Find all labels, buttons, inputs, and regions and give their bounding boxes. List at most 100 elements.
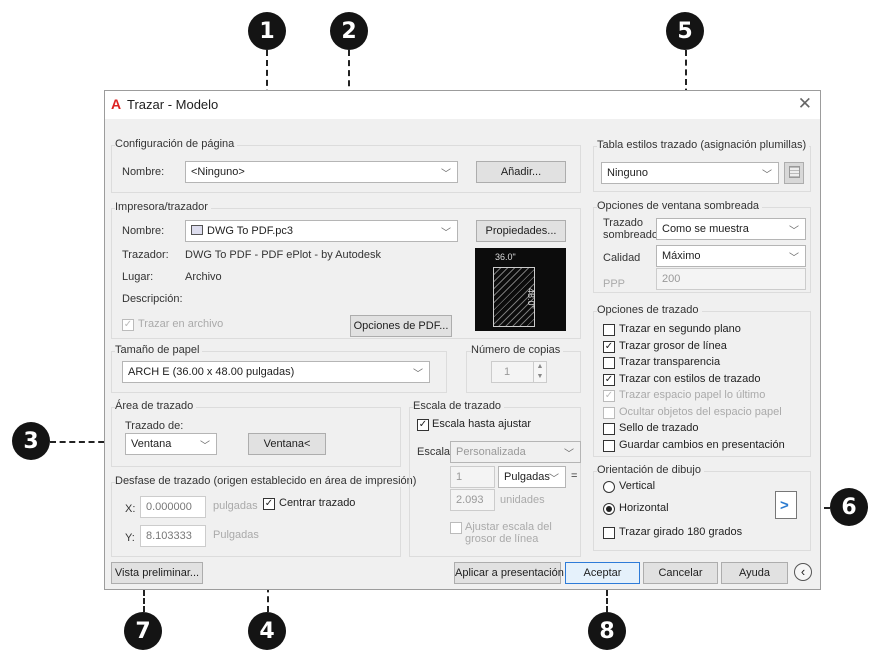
plot-option-checkbox[interactable]: ✓ <box>603 373 615 386</box>
copies-input[interactable]: 1 <box>491 361 535 383</box>
offset-y-input[interactable]: 8.103333 <box>140 525 206 547</box>
paper-size-select[interactable]: ARCH E (36.00 x 48.00 pulgadas) ﹀ <box>122 361 430 383</box>
fit-to-paper-checkbox[interactable]: ✓ <box>417 419 429 431</box>
callout-2: 2 <box>330 12 368 50</box>
chevron-down-icon: ﹀ <box>200 441 210 452</box>
callout-4: 4 <box>248 612 286 650</box>
offset-y-label: Y: <box>125 532 135 544</box>
orientation-title: Orientación de dibujo <box>597 464 704 476</box>
chevron-down-icon: ﹀ <box>762 170 772 181</box>
quality-select[interactable]: Máximo ﹀ <box>656 245 806 267</box>
scale-value1-input[interactable]: 1 <box>450 466 495 488</box>
scale-unit-select[interactable]: Pulgadas ﹀ <box>498 466 566 488</box>
style-table-select[interactable]: Ninguno ﹀ <box>601 162 779 184</box>
properties-button[interactable]: Propiedades... <box>476 220 566 242</box>
help-button[interactable]: Ayuda <box>721 562 788 584</box>
plot-to-file-label: Trazar en archivo <box>138 318 224 330</box>
paper-size-value: ARCH E (36.00 x 48.00 pulgadas) <box>128 366 295 378</box>
center-plot-label: Centrar trazado <box>279 497 356 509</box>
chevron-down-icon: ﹀ <box>564 449 574 460</box>
plot-option-label: Ocultar objetos del espacio papel <box>619 405 782 418</box>
plot-option-label: Sello de trazado <box>619 422 699 434</box>
shaded-viewport-title: Opciones de ventana sombreada <box>597 200 763 212</box>
description-label: Descripción: <box>122 293 183 305</box>
plot-option-checkbox[interactable]: ✓ <box>603 340 615 353</box>
callout-3: 3 <box>12 422 50 460</box>
quality-label: Calidad <box>603 252 641 264</box>
cancel-button[interactable]: Cancelar <box>643 562 718 584</box>
page-setup-select[interactable]: <Ninguno> ﹀ <box>185 161 458 183</box>
add-button[interactable]: Añadir... <box>476 161 566 183</box>
plot-option-label: Trazar transparencia <box>619 356 721 368</box>
page-setup-value: <Ninguno> <box>191 166 245 178</box>
window-button[interactable]: Ventana< <box>248 433 326 455</box>
chevron-down-icon: ﹀ <box>789 253 799 264</box>
plot-option-checkbox[interactable]: ✓ <box>603 390 615 402</box>
plot-option-label: Trazar espacio papel lo último <box>619 389 766 401</box>
fit-to-paper-label: Escala hasta ajustar <box>432 418 532 430</box>
chevron-down-icon: ﹀ <box>413 369 423 380</box>
paper-preview: 36.0" 48.0" <box>475 248 566 331</box>
landscape-page-icon: > <box>775 491 797 519</box>
plot-what-label: Trazado de: <box>125 420 184 432</box>
shade-plot-label: Trazado sombreado <box>603 217 659 241</box>
printer-value: DWG To PDF.pc3 <box>207 225 293 237</box>
chevron-down-icon: ﹀ <box>549 474 559 485</box>
ok-button[interactable]: Aceptar <box>565 562 640 584</box>
scale-value2-input[interactable]: 2.093 <box>450 489 495 511</box>
style-table-title: Tabla estilos trazado (asignación plumil… <box>597 139 810 151</box>
scale-lineweights-checkbox[interactable] <box>450 522 462 534</box>
chevron-left-icon: ‹ <box>800 564 806 579</box>
center-plot-checkbox[interactable]: ✓ <box>263 498 275 510</box>
offset-x-input[interactable]: 0.000000 <box>140 496 206 518</box>
landscape-radio[interactable] <box>603 503 615 515</box>
plot-area-title: Área de trazado <box>115 400 197 412</box>
pdf-options-button[interactable]: Opciones de PDF... <box>350 315 452 337</box>
portrait-label: Vertical <box>619 480 656 492</box>
copies-spinner[interactable]: ▲ ▼ <box>533 361 547 383</box>
plot-offset-title: Desfase de trazado (origen establecido e… <box>115 475 420 487</box>
printer-select[interactable]: DWG To PDF.pc3 ﹀ <box>185 220 458 242</box>
printer-name-label: Nombre: <box>122 225 165 237</box>
plot-option-label: Guardar cambios en presentación <box>619 438 785 451</box>
plot-what-value: Ventana <box>131 438 172 450</box>
preview-button[interactable]: Vista preliminar... <box>111 562 203 584</box>
plot-option-checkbox[interactable] <box>603 406 615 419</box>
upside-down-label: Trazar girado 180 grados <box>619 526 743 538</box>
page-setup-name-label: Nombre: <box>122 166 165 178</box>
callout-6: 6 <box>830 488 868 526</box>
autocad-logo-icon: A <box>111 96 122 112</box>
title-bar: A Trazar - Modelo ✕ <box>105 91 820 119</box>
scale-select[interactable]: Personalizada ﹀ <box>450 441 581 463</box>
upside-down-checkbox[interactable] <box>603 527 615 539</box>
plot-option-label: Trazar grosor de línea <box>619 339 727 352</box>
preview-height-label: 48.0" <box>526 288 536 309</box>
chevron-down-icon: ﹀ <box>789 226 799 237</box>
plot-option-checkbox[interactable] <box>603 423 615 435</box>
callout-5: 5 <box>666 12 704 50</box>
letter-a-icon: > <box>780 497 789 514</box>
portrait-radio[interactable] <box>603 481 615 493</box>
page-setup-title: Configuración de página <box>115 138 238 150</box>
paper-size-title: Tamaño de papel <box>115 344 203 356</box>
plot-to-file-checkbox[interactable]: ✓ <box>122 319 134 331</box>
dpi-input[interactable]: 200 <box>656 268 806 290</box>
apply-to-layout-button[interactable]: Aplicar a presentación <box>454 562 564 584</box>
printer-icon <box>191 225 203 235</box>
shade-plot-select[interactable]: Como se muestra ﹀ <box>656 218 806 240</box>
dpi-label: PPP <box>603 278 626 290</box>
plot-option-checkbox[interactable] <box>603 324 615 336</box>
copies-title: Número de copias <box>471 344 564 356</box>
scale-value: Personalizada <box>456 446 526 458</box>
plot-option-checkbox[interactable] <box>603 439 615 452</box>
close-icon[interactable]: ✕ <box>798 94 812 114</box>
callout-7: 7 <box>124 612 162 650</box>
scale-units-label: unidades <box>500 494 545 506</box>
plot-what-select[interactable]: Ventana ﹀ <box>125 433 217 455</box>
edit-style-table-button[interactable] <box>784 162 804 184</box>
expand-button[interactable]: ‹ <box>794 563 812 581</box>
scale-label: Escala: <box>417 446 454 458</box>
callout-8: 8 <box>588 612 626 650</box>
edit-table-icon <box>788 166 800 178</box>
plot-option-checkbox[interactable] <box>603 357 615 369</box>
